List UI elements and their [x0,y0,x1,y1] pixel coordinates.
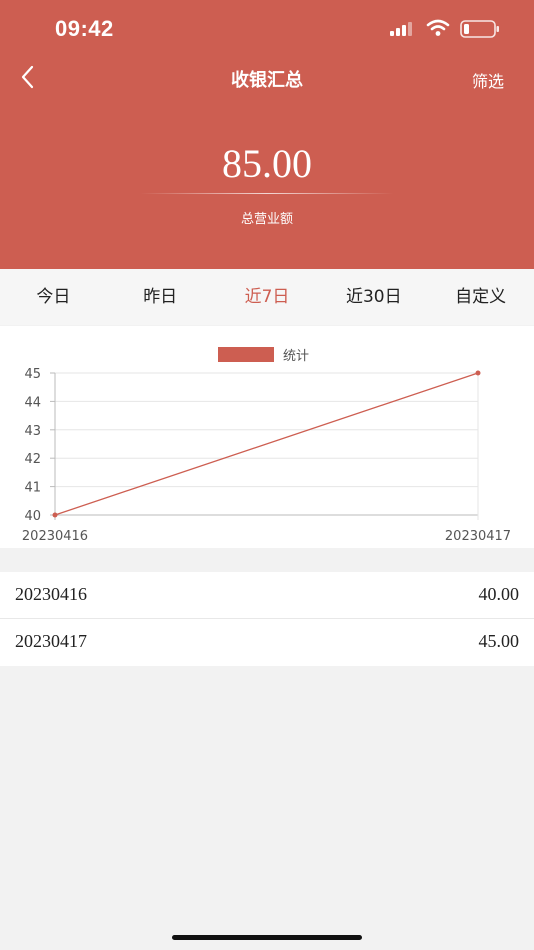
chart-panel: 统计 40 41 42 43 44 45 20230416 20230417 [0,326,534,548]
records-list: 20230416 40.00 20230417 45.00 [0,572,534,666]
y-tick-label: 43 [24,424,41,439]
series-line [54,372,479,516]
x-tick-label: 20230417 [445,529,511,544]
legend-swatch [218,347,274,362]
tab-custom[interactable]: 自定义 [427,269,534,325]
total-revenue-value: 85.00 [222,141,312,186]
y-tick-label: 42 [24,452,41,467]
list-item[interactable]: 20230417 45.00 [0,619,534,666]
signal-icon [390,22,412,36]
wifi-icon [426,19,450,36]
tab-last-7-days[interactable]: 近7日 [214,269,321,325]
nav-bar: 收银汇总 筛选 [0,58,534,98]
filter-button[interactable]: 筛选 [472,68,504,92]
status-time: 09:42 [55,16,114,41]
status-bar: 09:42 [0,0,534,58]
data-point [52,512,58,518]
tab-yesterday[interactable]: 昨日 [107,269,214,325]
y-tick-label: 40 [24,509,41,524]
record-amount: 45.00 [478,631,520,651]
battery-icon [460,20,499,38]
tab-last-30-days[interactable]: 近30日 [320,269,427,325]
line-chart: 统计 40 41 42 43 44 45 20230416 20230417 [22,347,511,544]
page-title: 收银汇总 [231,70,303,91]
tab-today[interactable]: 今日 [0,269,107,325]
legend-label: 统计 [283,349,309,364]
total-divider [140,193,394,194]
y-tick-label: 44 [24,395,41,410]
data-point [475,370,481,376]
list-item[interactable]: 20230416 40.00 [0,572,534,619]
header: 09:42 收银汇总 筛选 85.00 总营业额 [0,0,534,269]
y-tick-label: 45 [24,367,41,382]
x-tick-label: 20230416 [22,529,88,544]
record-amount: 40.00 [478,584,520,604]
total-revenue-label: 总营业额 [240,212,293,227]
record-date: 20230416 [15,584,87,604]
record-date: 20230417 [15,631,87,651]
y-tick-label: 41 [24,481,41,496]
home-indicator [172,935,362,940]
period-tabs: 今日 昨日 近7日 近30日 自定义 [0,269,534,325]
